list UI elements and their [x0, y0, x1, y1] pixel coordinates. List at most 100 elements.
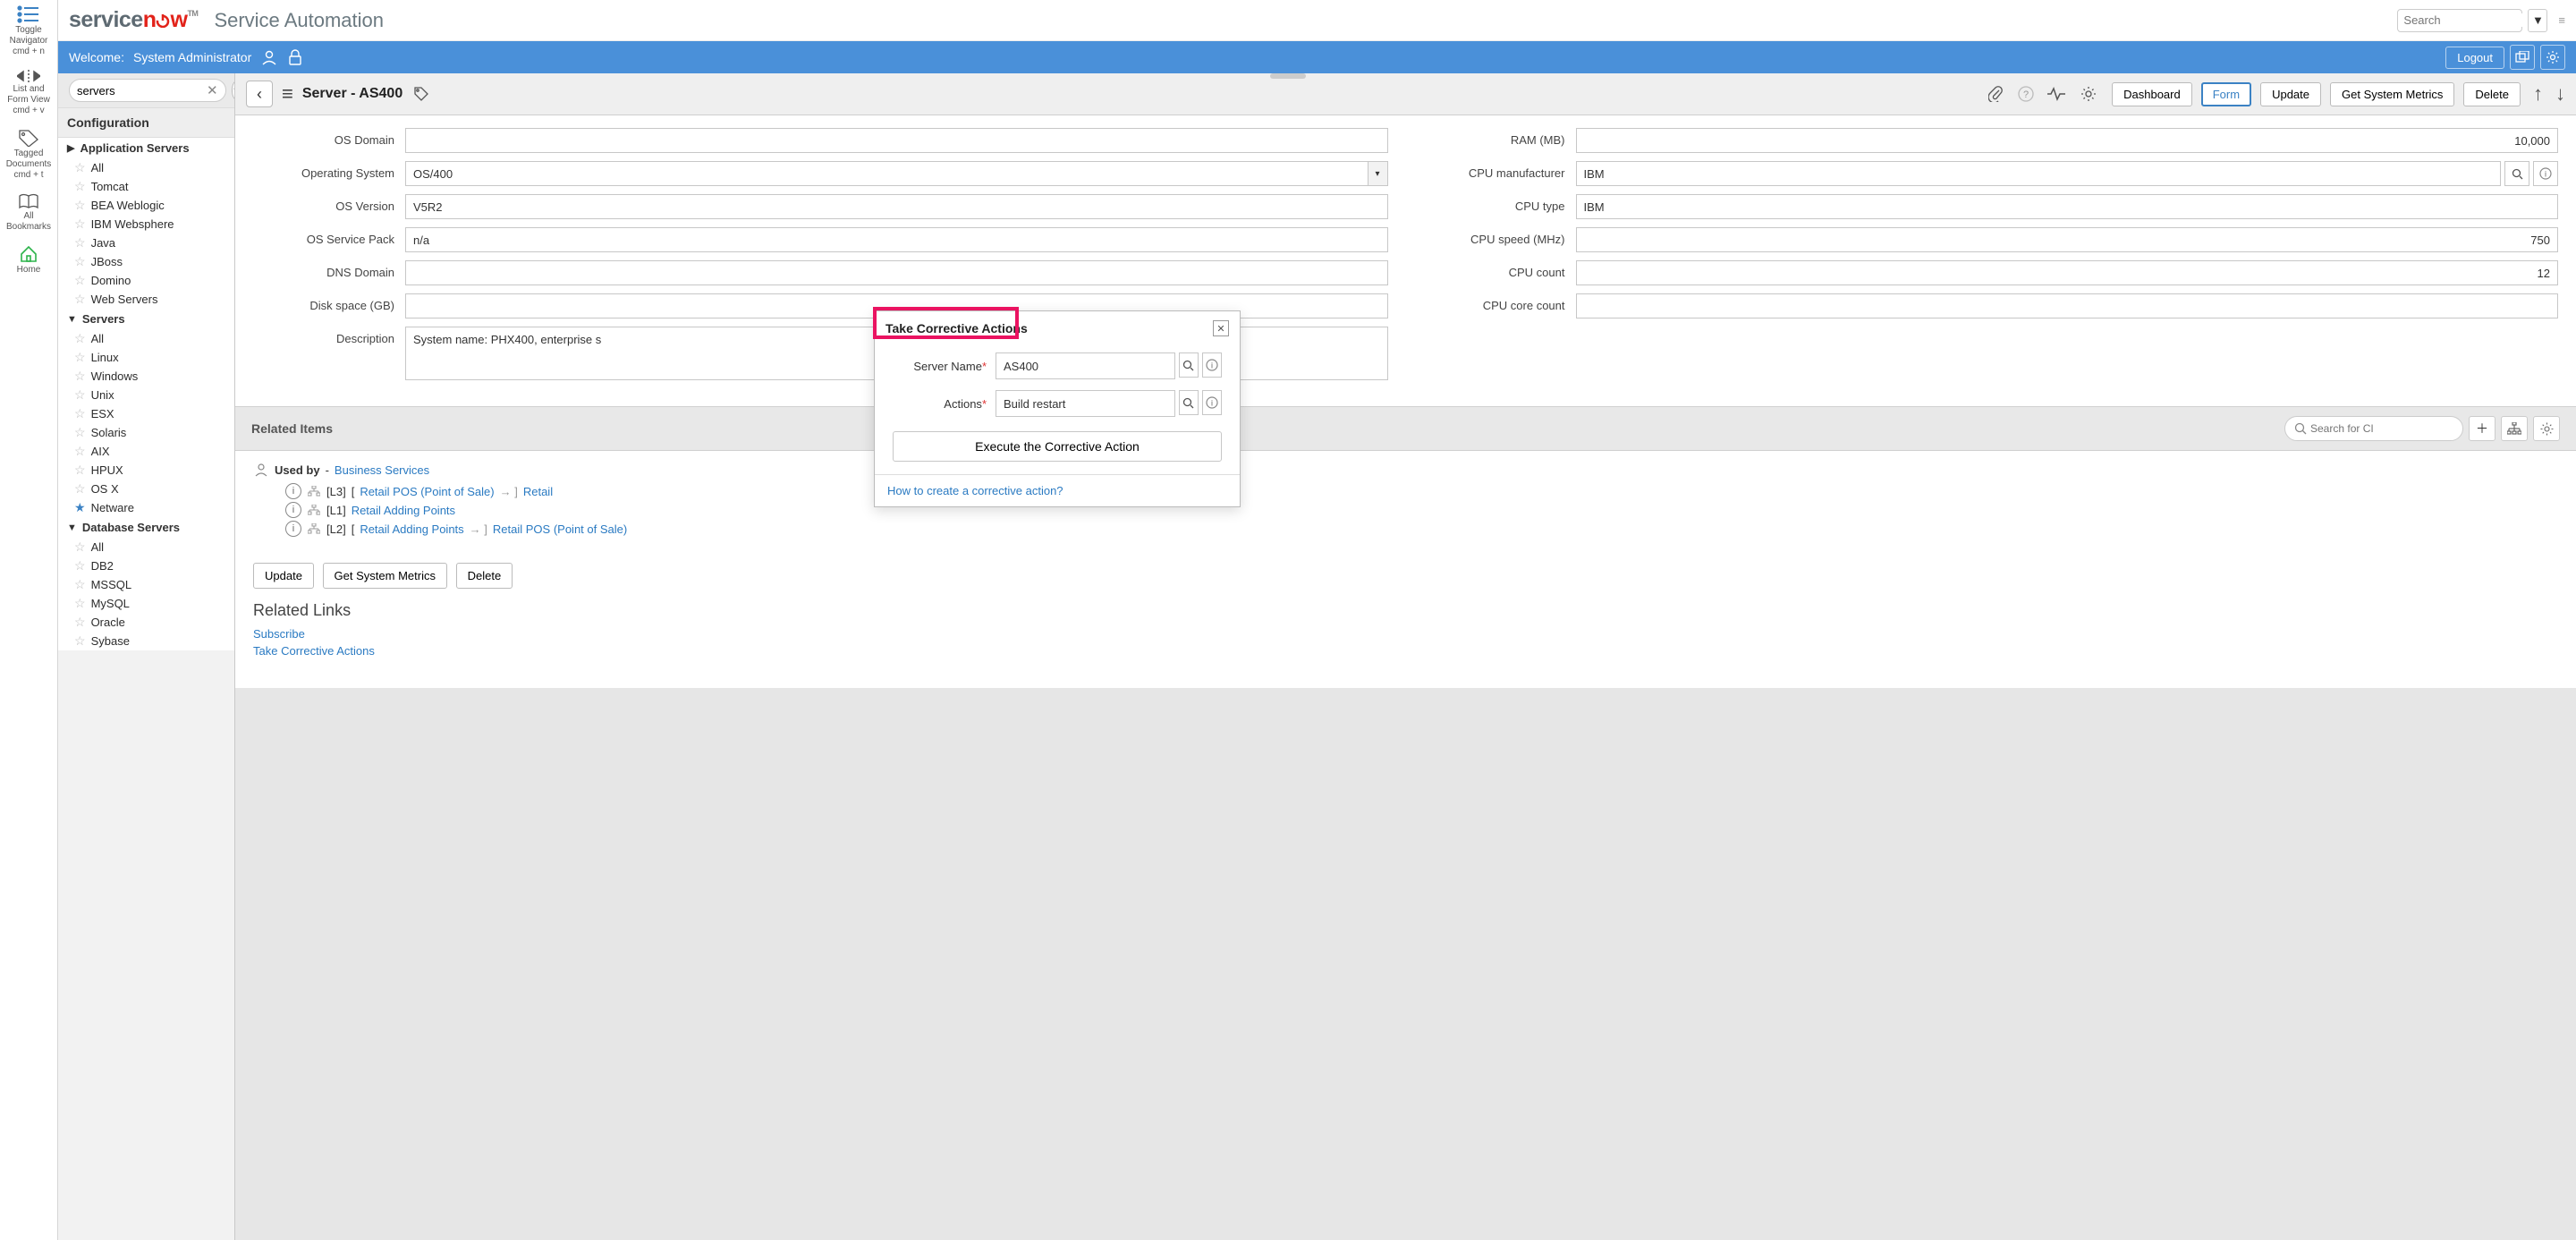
rel-link-a[interactable]: Retail POS (Point of Sale) — [360, 485, 494, 498]
info-icon[interactable]: i — [285, 483, 301, 499]
form-settings-icon[interactable] — [2076, 81, 2101, 106]
nav-item[interactable]: ☆Windows — [58, 367, 234, 386]
dashboard-button[interactable]: Dashboard — [2112, 82, 2192, 106]
nav-item[interactable]: ☆Sybase — [58, 632, 234, 650]
nav-filter-input[interactable] — [77, 84, 207, 98]
popover-info-actions[interactable]: i — [1202, 390, 1222, 415]
nav-item[interactable]: ☆IBM Websphere — [58, 215, 234, 234]
tag-edit-icon[interactable] — [413, 86, 429, 102]
get-metrics-button[interactable]: Get System Metrics — [2330, 82, 2454, 106]
form-button[interactable]: Form — [2201, 82, 2251, 106]
nav-item[interactable]: ☆BEA Weblogic — [58, 196, 234, 215]
nav-item[interactable]: ☆Tomcat — [58, 177, 234, 196]
used-by-link[interactable]: Business Services — [335, 463, 429, 477]
home-link[interactable]: Home — [0, 240, 57, 283]
next-record-button[interactable]: ↓ — [2555, 82, 2565, 106]
related-search[interactable] — [2284, 416, 2463, 441]
global-search-dropdown[interactable]: ▼ — [2528, 9, 2547, 32]
field-os-service-pack[interactable] — [405, 227, 1388, 252]
nav-item[interactable]: ☆OS X — [58, 480, 234, 498]
field-os-version[interactable] — [405, 194, 1388, 219]
nav-item[interactable]: ☆Java — [58, 234, 234, 252]
nav-item[interactable]: ☆DB2 — [58, 556, 234, 575]
tagged-documents[interactable]: Tagged Documents cmd + t — [0, 123, 57, 188]
execute-corrective-action-button[interactable]: Execute the Corrective Action — [893, 431, 1222, 462]
info-icon[interactable]: i — [285, 502, 301, 518]
nav-item[interactable]: ☆All — [58, 329, 234, 348]
all-bookmarks[interactable]: All Bookmarks — [0, 188, 57, 240]
nav-item[interactable]: ☆JBoss — [58, 252, 234, 271]
lookup-cpu-manufacturer[interactable] — [2504, 161, 2529, 186]
nav-item[interactable]: ☆AIX — [58, 442, 234, 461]
nav-item[interactable]: ☆All — [58, 538, 234, 556]
field-cpu-count[interactable] — [1576, 260, 2559, 285]
new-window-button[interactable] — [2510, 45, 2535, 70]
attachment-icon[interactable] — [1983, 81, 2008, 106]
howto-corrective-link[interactable]: How to create a corrective action? — [887, 484, 1063, 497]
menu-toggle-icon[interactable]: ≡ — [2558, 13, 2565, 27]
nav-item[interactable]: ☆HPUX — [58, 461, 234, 480]
toggle-navigator[interactable]: Toggle Navigator cmd + n — [0, 0, 57, 64]
field-os-domain[interactable] — [405, 128, 1388, 153]
nav-item[interactable]: ☆All — [58, 158, 234, 177]
nav-item[interactable]: ☆Domino — [58, 271, 234, 290]
info-icon[interactable]: i — [285, 521, 301, 537]
lock-icon[interactable] — [287, 48, 303, 66]
delete-button[interactable]: Delete — [2463, 82, 2521, 106]
related-settings-button[interactable] — [2533, 416, 2560, 441]
popover-info-server[interactable]: i — [1202, 352, 1222, 378]
nav-item-netware[interactable]: ★Netware — [58, 498, 234, 517]
pane-resize-grip[interactable] — [1270, 73, 1306, 79]
field-cpu-core-count[interactable] — [1576, 293, 2559, 318]
prev-record-button[interactable]: ↑ — [2533, 82, 2543, 106]
hierarchy-icon[interactable] — [307, 503, 321, 517]
take-corrective-actions-link[interactable]: Take Corrective Actions — [253, 644, 2558, 658]
help-icon[interactable]: ? — [2013, 81, 2038, 106]
field-cpu-manufacturer[interactable] — [1576, 161, 2502, 186]
delete-button-bottom[interactable]: Delete — [456, 563, 513, 589]
settings-button[interactable] — [2540, 45, 2565, 70]
nav-item[interactable]: ☆ESX — [58, 404, 234, 423]
field-dns-domain[interactable] — [405, 260, 1388, 285]
nav-item[interactable]: ☆MSSQL — [58, 575, 234, 594]
field-cpu-type[interactable] — [1576, 194, 2559, 219]
field-ram[interactable] — [1576, 128, 2559, 153]
field-cpu-speed[interactable] — [1576, 227, 2559, 252]
popover-lookup-actions[interactable] — [1179, 390, 1199, 415]
rel-link-a[interactable]: Retail Adding Points — [352, 504, 455, 517]
update-button-bottom[interactable]: Update — [253, 563, 314, 589]
subscribe-link[interactable]: Subscribe — [253, 627, 2558, 641]
back-button[interactable]: ‹ — [246, 81, 273, 107]
hierarchy-icon[interactable] — [307, 522, 321, 536]
global-search-input[interactable] — [2403, 13, 2533, 27]
popover-lookup-server[interactable] — [1179, 352, 1199, 378]
user-icon[interactable] — [260, 48, 278, 66]
field-operating-system[interactable]: OS/400▾ — [405, 161, 1388, 186]
nav-item[interactable]: ☆Unix — [58, 386, 234, 404]
rel-link-a[interactable]: Retail Adding Points — [360, 522, 463, 536]
get-metrics-button-bottom[interactable]: Get System Metrics — [323, 563, 447, 589]
popover-field-server-name[interactable] — [996, 352, 1175, 379]
update-button[interactable]: Update — [2260, 82, 2321, 106]
nav-item[interactable]: ☆Linux — [58, 348, 234, 367]
activity-icon[interactable] — [2044, 81, 2069, 106]
list-form-view[interactable]: List and Form View cmd + v — [0, 64, 57, 123]
nav-item[interactable]: ☆Web Servers — [58, 290, 234, 309]
hierarchy-icon[interactable] — [307, 484, 321, 498]
nav-item[interactable]: ☆Solaris — [58, 423, 234, 442]
rel-link-b[interactable]: Retail — [523, 485, 553, 498]
popover-field-actions[interactable] — [996, 390, 1175, 417]
form-menu-icon[interactable]: ≡ — [282, 82, 293, 106]
nav-filter-dropdown[interactable]: ▼ — [232, 81, 235, 100]
popover-close-button[interactable]: ✕ — [1213, 320, 1229, 336]
global-search[interactable] — [2397, 9, 2522, 32]
nav-item[interactable]: ☆MySQL — [58, 594, 234, 613]
nav-filter-clear[interactable]: ✕ — [207, 82, 218, 98]
related-add-button[interactable]: ＋ — [2469, 416, 2496, 441]
info-cpu-manufacturer[interactable]: i — [2533, 161, 2558, 186]
related-search-input[interactable] — [2310, 422, 2453, 435]
related-map-button[interactable] — [2501, 416, 2528, 441]
nav-group-header-app-servers[interactable]: ▶Application Servers — [58, 138, 234, 158]
nav-group-header-db-servers[interactable]: ▼Database Servers — [58, 517, 234, 538]
logout-button[interactable]: Logout — [2445, 47, 2504, 69]
